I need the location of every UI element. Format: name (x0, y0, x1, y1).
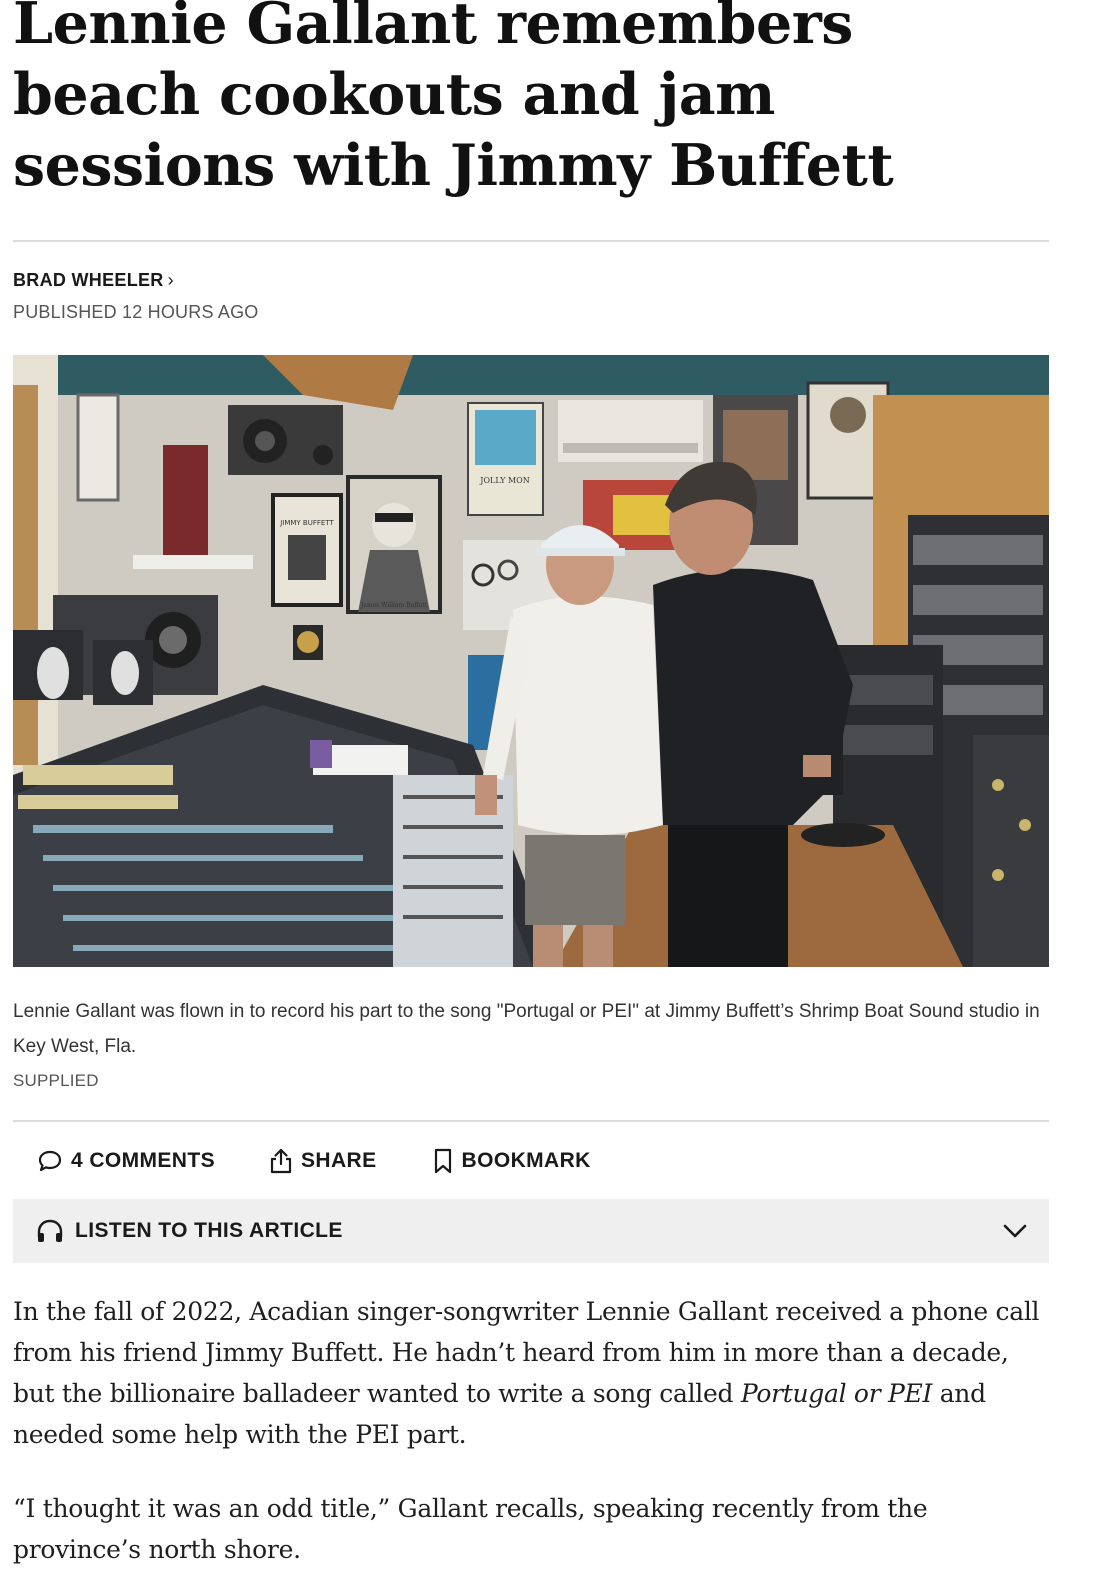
poster-graduate: James William Buffett (360, 602, 428, 609)
article-actions: 4 COMMENTS SHARE BOOKMARK (13, 1144, 1049, 1178)
headphones-icon (35, 1217, 65, 1245)
article-photo[interactable]: JIMMY BUFFETT James William Buffett JOLL… (13, 355, 1049, 967)
published-time: PUBLISHED 12 HOURS AGO (13, 302, 259, 322)
photo-caption: Lennie Gallant was flown in to record hi… (13, 1001, 1040, 1057)
comments-button[interactable]: 4 COMMENTS (37, 1149, 215, 1173)
byline[interactable]: BRAD WHEELER › (13, 270, 1049, 291)
bookmark-label: BOOKMARK (461, 1149, 591, 1172)
listen-to-article-bar[interactable]: LISTEN TO THIS ARTICLE (13, 1199, 1049, 1263)
header-divider (13, 240, 1049, 242)
comment-icon (37, 1149, 63, 1173)
share-label: SHARE (301, 1149, 377, 1172)
poster-jolly-mon: JOLLY MON (479, 476, 529, 485)
chevron-down-icon[interactable] (1001, 1222, 1029, 1240)
share-icon (269, 1148, 293, 1174)
article-headline: Lennie Gallant remembers beach cookouts … (13, 0, 894, 199)
bookmark-button[interactable]: BOOKMARK (432, 1148, 591, 1174)
article-paragraph: In the fall of 2022, Acadian singer-song… (13, 1291, 1049, 1455)
actions-divider (13, 1120, 1049, 1122)
listen-label: LISTEN TO THIS ARTICLE (75, 1219, 343, 1242)
author-name[interactable]: BRAD WHEELER (13, 270, 164, 290)
song-title: Portugal or PEI (740, 1379, 933, 1408)
photo-credit: SUPPLIED (13, 1071, 99, 1090)
poster-jimmy-buffett: JIMMY BUFFETT (279, 519, 334, 527)
comments-label: 4 COMMENTS (71, 1149, 216, 1172)
chevron-right-icon[interactable]: › (168, 270, 174, 291)
bookmark-icon (432, 1148, 454, 1174)
share-button[interactable]: SHARE (269, 1148, 377, 1174)
article-paragraph: “I thought it was an odd title,” Gallant… (13, 1494, 928, 1564)
